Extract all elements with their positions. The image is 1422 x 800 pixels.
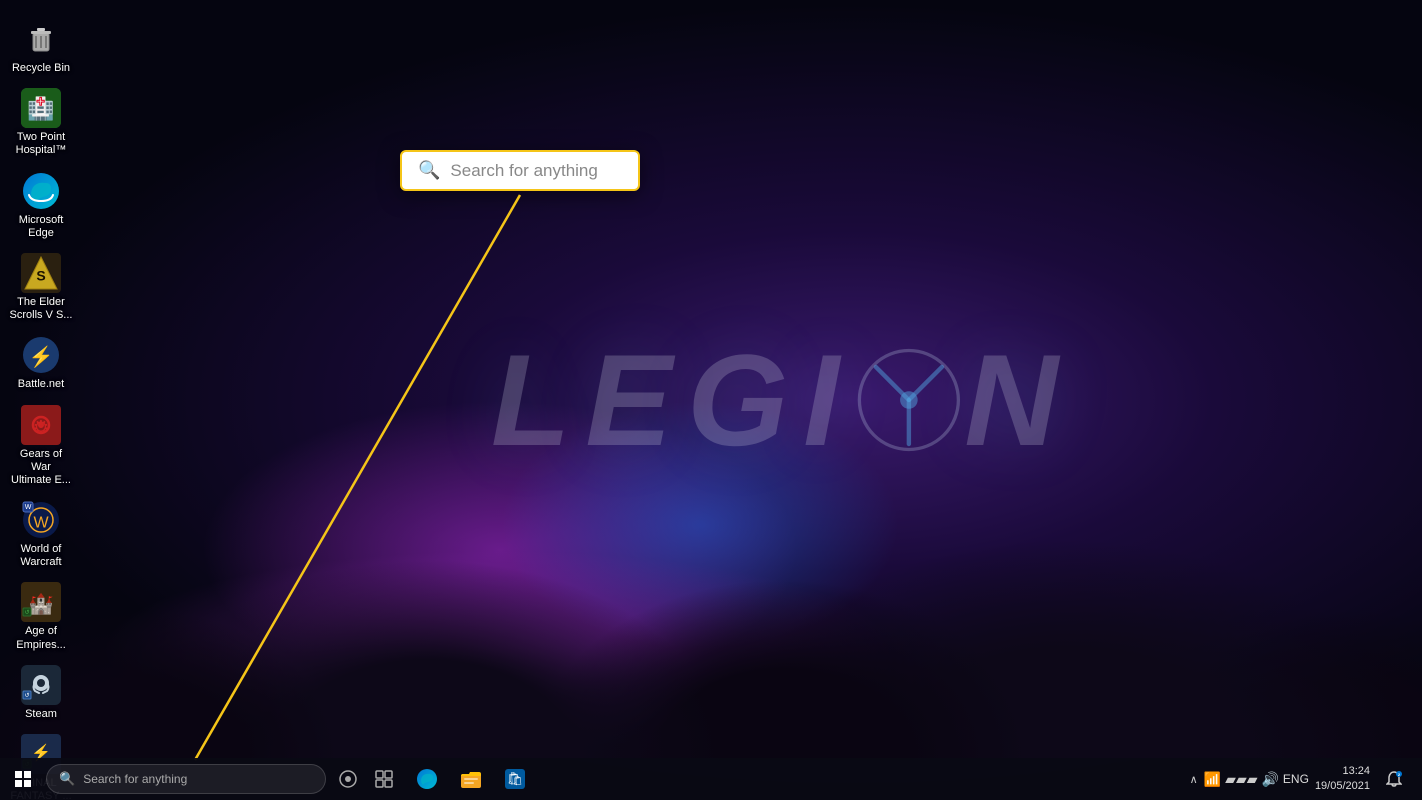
edge-icon (21, 171, 61, 211)
language-indicator[interactable]: ENG (1283, 772, 1309, 786)
desktop-icon-tph[interactable]: 🏥 Two PointHospital™ (5, 84, 77, 161)
desktop-icon-steam[interactable]: ↺ Steam (5, 661, 77, 725)
start-button[interactable] (0, 758, 46, 800)
search-popup-search-icon: 🔍 (418, 160, 440, 181)
legion-text-part1: LEGI (491, 325, 854, 475)
desktop-icons-column: Recycle Bin 🏥 Two PointHospital™ (0, 10, 80, 800)
taskbar-sys-icons: 📶 ▰▰▰ 🔊 ENG (1204, 771, 1309, 788)
svg-text:S: S (36, 268, 45, 284)
taskbar-date: 19/05/2021 (1315, 779, 1370, 794)
taskbar-search-icon: 🔍 (59, 771, 75, 787)
aoe1-label: Age ofEmpires... (16, 625, 66, 651)
taskbar-app-edge[interactable] (406, 758, 448, 800)
recycle-bin-label: Recycle Bin (12, 62, 70, 75)
taskbar: 🔍 Search for anything (0, 758, 1422, 800)
task-view-icon (375, 770, 393, 788)
taskbar-app-store[interactable]: 🛍 (494, 758, 536, 800)
volume-icon: 🔊 (1261, 771, 1278, 788)
desktop-icon-recycle-bin[interactable]: Recycle Bin (5, 15, 77, 79)
taskbar-datetime[interactable]: 13:24 19/05/2021 (1315, 764, 1370, 795)
svg-text:🛍: 🛍 (507, 771, 524, 786)
gearsofwar-label: Gears of WarUltimate E... (9, 448, 73, 488)
taskbar-pinned-apps: 🛍 (406, 758, 536, 800)
svg-text:W: W (25, 504, 32, 511)
taskbar-system-tray: ∧ 📶 ▰▰▰ 🔊 ENG 13:24 19/05/2021 (1190, 761, 1422, 797)
legion-logo: LEGI N (491, 325, 1073, 475)
elderscrolls-label: The ElderScrolls V S... (10, 296, 73, 322)
search-popup-placeholder: Search for anything (450, 161, 597, 181)
taskbar-search-circle-button[interactable] (330, 761, 366, 797)
network-icon: 📶 (1204, 771, 1221, 788)
taskbar-notification-button[interactable]: 2 (1376, 761, 1412, 797)
svg-text:↺: ↺ (24, 609, 29, 616)
svg-text:⚙: ⚙ (33, 416, 49, 436)
gearsofwar-icon: ⚙ (21, 405, 61, 445)
steam-icon: ↺ (21, 665, 61, 705)
legion-y-icon (854, 345, 964, 455)
svg-text:🏥: 🏥 (27, 96, 54, 121)
tph-label: Two PointHospital™ (16, 131, 67, 157)
recycle-bin-icon (21, 19, 61, 59)
taskbar-search-text: Search for anything (83, 772, 187, 786)
svg-text:↺: ↺ (24, 692, 29, 699)
steam-label: Steam (25, 708, 57, 721)
notification-icon: 2 (1386, 771, 1402, 787)
wow-label: World ofWarcraft (20, 543, 61, 569)
svg-text:W: W (33, 514, 49, 531)
tray-expand-button[interactable]: ∧ (1190, 773, 1198, 786)
desktop-icon-aoe1[interactable]: 🏰 ↺ Age ofEmpires... (5, 578, 77, 655)
taskbar-search-bar[interactable]: 🔍 Search for anything (46, 764, 326, 794)
battery-icon: ▰▰▰ (1225, 771, 1257, 788)
desktop: LEGI N Recyc (0, 0, 1422, 800)
taskbar-app-explorer[interactable] (450, 758, 492, 800)
battlenet-icon: ⚡ (21, 335, 61, 375)
tph-icon: 🏥 (21, 88, 61, 128)
desktop-icon-battlenet[interactable]: ⚡ Battle.net (5, 331, 77, 395)
search-circle-icon (339, 770, 357, 788)
edge-label: MicrosoftEdge (19, 214, 64, 240)
taskbar-task-view-button[interactable] (366, 761, 402, 797)
legion-text-part2: N (964, 325, 1073, 475)
battlenet-label: Battle.net (18, 378, 64, 391)
taskbar-time: 13:24 (1342, 764, 1370, 779)
aoe1-icon: 🏰 ↺ (21, 582, 61, 622)
bg-glow-purple2 (100, 550, 900, 750)
wow-icon: W W (21, 500, 61, 540)
search-popup[interactable]: 🔍 Search for anything (400, 150, 640, 191)
svg-text:⚡: ⚡ (29, 345, 54, 369)
desktop-icon-elderscrolls[interactable]: S The ElderScrolls V S... (5, 249, 77, 326)
desktop-icon-wow[interactable]: W W World ofWarcraft (5, 496, 77, 573)
desktop-icon-edge[interactable]: MicrosoftEdge (5, 167, 77, 244)
elderscrolls-icon: S (21, 253, 61, 293)
windows-logo-icon (15, 771, 31, 787)
desktop-icon-gearsofwar[interactable]: ⚙ Gears of WarUltimate E... (5, 401, 77, 492)
svg-text:🏰: 🏰 (29, 593, 54, 616)
